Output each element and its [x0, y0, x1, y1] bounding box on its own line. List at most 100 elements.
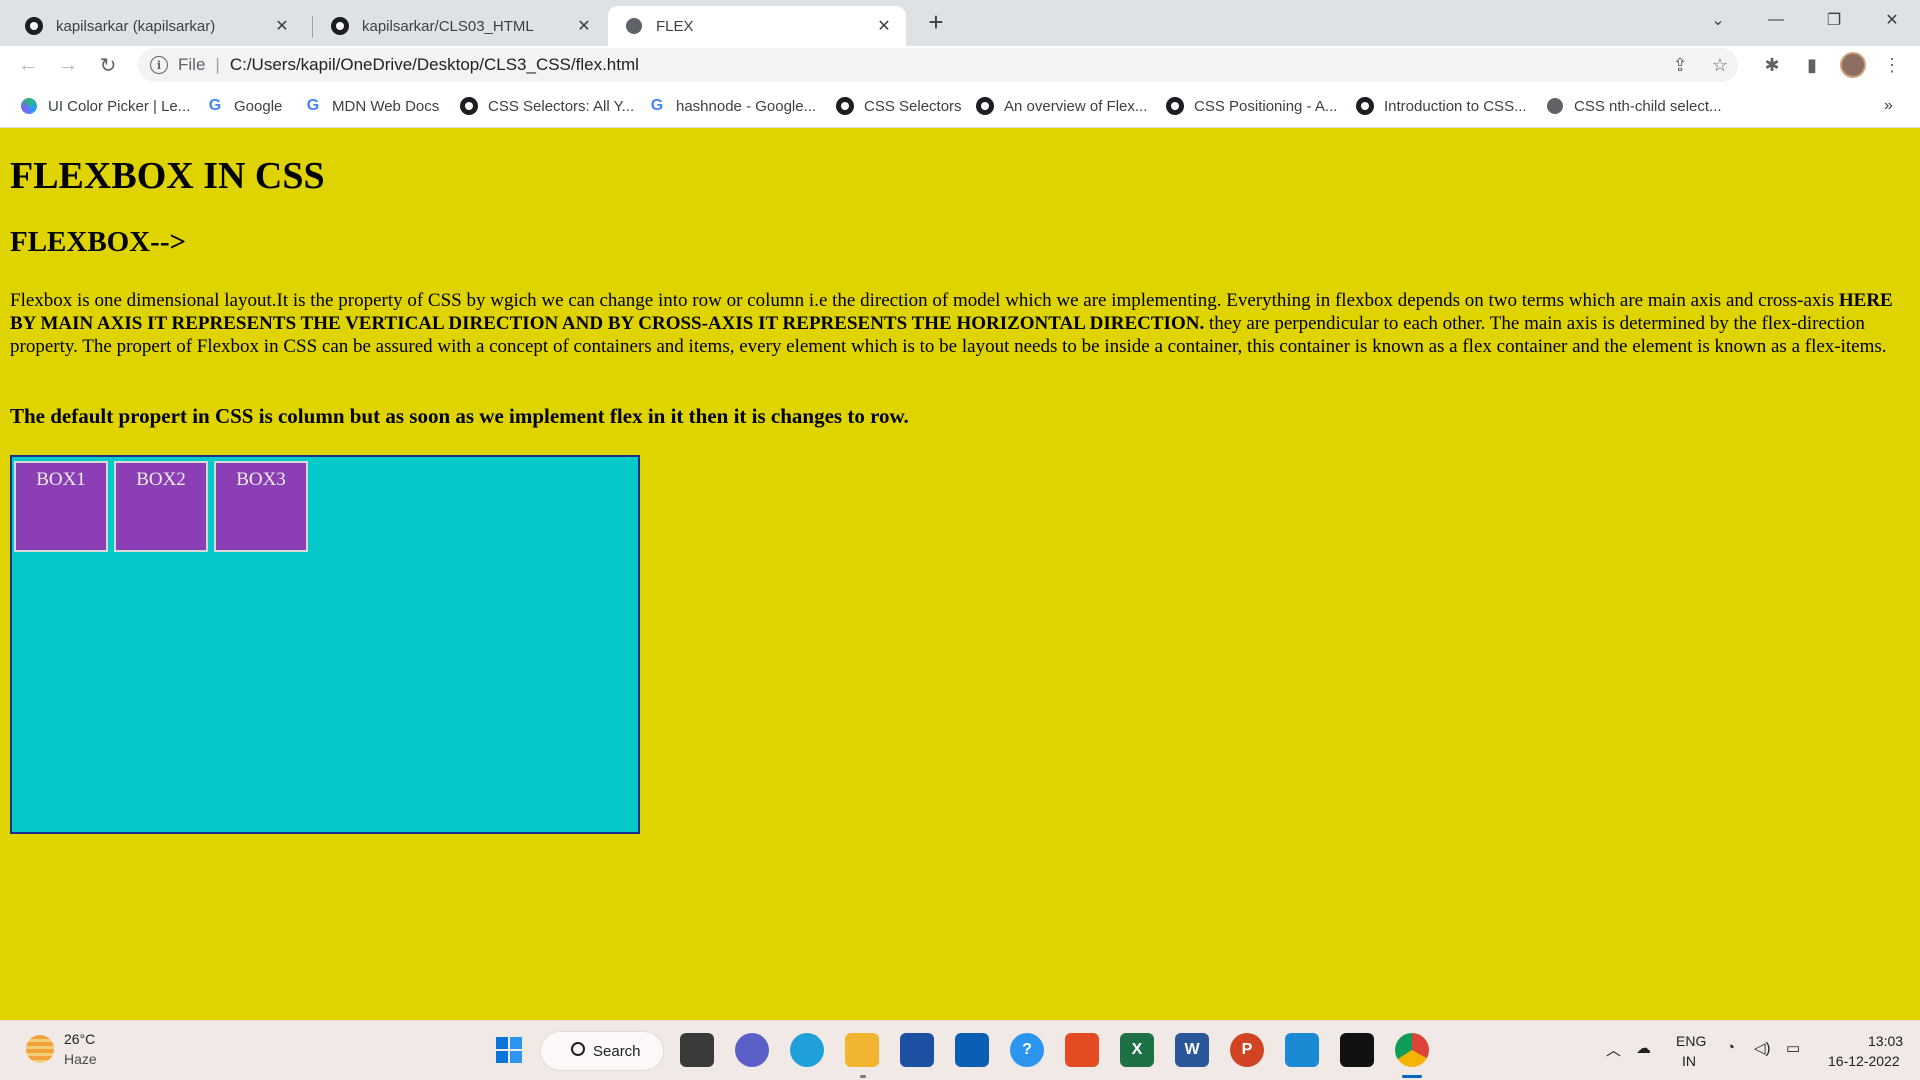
bookmark-star-icon[interactable]: ☆ — [1708, 53, 1732, 77]
bookmark-label: CSS Positioning - A... — [1194, 97, 1338, 115]
bookmark-label: CSS Selectors — [864, 97, 962, 115]
file-explorer-icon[interactable] — [845, 1033, 879, 1067]
github-icon — [1166, 97, 1184, 115]
github-icon — [1356, 97, 1374, 115]
powerpoint-icon[interactable]: P — [1230, 1033, 1264, 1067]
close-tab-icon[interactable]: ✕ — [574, 16, 594, 36]
volume-icon[interactable]: ◁) — [1754, 1039, 1771, 1057]
terminal-icon[interactable] — [1340, 1033, 1374, 1067]
bookmark-item[interactable]: UI Color Picker | Le... — [20, 94, 190, 118]
url-scheme: File — [178, 55, 206, 74]
reload-button[interactable]: ↻ — [92, 49, 124, 81]
bookmark-label: Google — [234, 97, 283, 115]
menu-kebab-icon[interactable]: ⋮ — [1878, 51, 1906, 79]
minimize-button[interactable]: — — [1748, 0, 1804, 40]
bookmark-item[interactable]: CSS Selectors — [836, 94, 962, 118]
bookmark-item[interactable]: G Google — [206, 94, 283, 118]
flex-container: BOX1 BOX2 BOX3 — [10, 455, 640, 834]
tab-search-chevron-icon[interactable]: ⌄ — [1690, 0, 1746, 40]
new-tab-button[interactable]: + — [922, 7, 950, 37]
windows-taskbar: 26°C Haze Search ? X W P ︿ ☁ ENG IN ◔ ◁)… — [0, 1020, 1920, 1080]
info-icon[interactable]: i — [150, 56, 168, 74]
microsoft-store-icon[interactable] — [900, 1033, 934, 1067]
globe-icon — [1546, 97, 1564, 115]
teams-chat-icon[interactable] — [735, 1033, 769, 1067]
google-icon: G — [208, 97, 222, 114]
taskbar-date[interactable]: 16-12-2022 — [1828, 1053, 1900, 1069]
copilot-app-icon[interactable] — [955, 1033, 989, 1067]
tab-kapilsarkar-profile[interactable]: kapilsarkar (kapilsarkar) ✕ — [8, 6, 304, 46]
battery-icon[interactable]: ▭ — [1786, 1039, 1800, 1057]
bookmark-item[interactable]: CSS nth-child select... — [1546, 94, 1722, 118]
bookmark-label: MDN Web Docs — [332, 97, 440, 115]
github-icon — [976, 97, 994, 115]
address-bar[interactable]: i File | C:/Users/kapil/OneDrive/Desktop… — [138, 48, 1738, 82]
close-window-button[interactable]: ✕ — [1864, 0, 1920, 40]
excel-icon[interactable]: X — [1120, 1033, 1154, 1067]
tab-strip: kapilsarkar (kapilsarkar) ✕ kapilsarkar/… — [0, 0, 1920, 46]
globe-icon — [624, 16, 644, 36]
google-icon: G — [650, 97, 664, 114]
office-icon[interactable] — [1065, 1033, 1099, 1067]
share-icon[interactable]: ⇪ — [1668, 53, 1692, 77]
task-view-icon[interactable] — [680, 1033, 714, 1067]
language-indicator[interactable]: ENG — [1676, 1033, 1706, 1049]
bookmark-label: CSS nth-child select... — [1574, 97, 1722, 115]
flex-item-box2: BOX2 — [114, 461, 208, 552]
bookmark-item[interactable]: Introduction to CSS... — [1356, 94, 1527, 118]
show-hidden-icons-chevron-icon[interactable]: ︿ — [1606, 1039, 1621, 1060]
search-icon — [571, 1042, 585, 1056]
bookmark-item[interactable]: G MDN Web Docs — [304, 94, 439, 118]
default-direction-note: The default propert in CSS is column but… — [10, 404, 909, 428]
side-panel-icon[interactable]: ▮ — [1798, 51, 1826, 79]
explorer-running-indicator — [860, 1075, 866, 1078]
bookmark-label: hashnode - Google... — [676, 97, 817, 115]
profile-avatar[interactable] — [1840, 52, 1866, 78]
taskbar-search[interactable]: Search — [540, 1031, 664, 1071]
page-heading: FLEXBOX IN CSS — [10, 155, 325, 197]
region-indicator[interactable]: IN — [1682, 1053, 1696, 1069]
uicolorpicker-icon — [20, 97, 38, 115]
flex-item-box1: BOX1 — [14, 461, 108, 552]
tab-flex-active[interactable]: FLEX ✕ — [608, 6, 906, 46]
onedrive-cloud-icon[interactable]: ☁ — [1636, 1039, 1651, 1057]
bookmarks-bar: UI Color Picker | Le... G Google G MDN W… — [0, 84, 1920, 128]
weather-condition[interactable]: Haze — [64, 1051, 97, 1067]
weather-temperature[interactable]: 26°C — [64, 1031, 95, 1047]
windows-start-icon[interactable] — [492, 1033, 526, 1067]
url-text: C:/Users/kapil/OneDrive/Desktop/CLS3_CSS… — [229, 55, 639, 74]
page-subheading: FLEXBOX--> — [10, 226, 187, 258]
word-icon[interactable]: W — [1175, 1033, 1209, 1067]
flex-item-box3: BOX3 — [214, 461, 308, 552]
github-icon — [460, 97, 478, 115]
github-icon — [836, 97, 854, 115]
google-icon: G — [306, 97, 320, 114]
search-label: Search — [593, 1042, 641, 1060]
chrome-icon[interactable] — [1395, 1033, 1429, 1067]
get-help-icon[interactable]: ? — [1010, 1033, 1044, 1067]
tab-title: FLEX — [656, 17, 694, 35]
more-bookmarks-chevron-icon[interactable]: » — [1884, 94, 1893, 118]
chrome-active-indicator — [1402, 1075, 1422, 1078]
tab-title: kapilsarkar (kapilsarkar) — [56, 17, 216, 35]
tab-cls03-html[interactable]: kapilsarkar/CLS03_HTML ✕ — [314, 6, 606, 46]
edge-icon[interactable] — [790, 1033, 824, 1067]
close-tab-icon[interactable]: ✕ — [874, 16, 894, 36]
extensions-icon[interactable]: ✱ — [1758, 51, 1786, 79]
taskbar-time[interactable]: 13:03 — [1868, 1033, 1903, 1049]
bookmark-label: Introduction to CSS... — [1384, 97, 1527, 115]
vscode-icon[interactable] — [1285, 1033, 1319, 1067]
browser-toolbar: ← → ↻ i File | C:/Users/kapil/OneDrive/D… — [0, 46, 1920, 84]
flexbox-description: Flexbox is one dimensional layout.It is … — [10, 289, 1910, 358]
bookmark-item[interactable]: CSS Selectors: All Y... — [460, 94, 634, 118]
para-intro: Flexbox is one dimensional layout.It is … — [10, 290, 1839, 311]
close-tab-icon[interactable]: ✕ — [272, 16, 292, 36]
weather-haze-icon[interactable] — [26, 1035, 54, 1063]
restore-button[interactable]: ❐ — [1806, 0, 1862, 40]
bookmark-item[interactable]: G hashnode - Google... — [648, 94, 816, 118]
bookmark-item[interactable]: An overview of Flex... — [976, 94, 1147, 118]
forward-button[interactable]: → — [52, 49, 84, 81]
bookmark-item[interactable]: CSS Positioning - A... — [1166, 94, 1337, 118]
wifi-icon[interactable]: ◔ — [1726, 1039, 1735, 1056]
back-button[interactable]: ← — [12, 49, 44, 81]
